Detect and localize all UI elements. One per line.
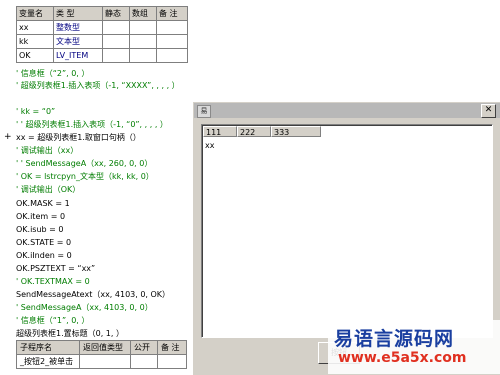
- col-return-type: 返回值类型: [79, 340, 131, 355]
- var-static-cell[interactable]: [102, 34, 130, 49]
- col-var-name: 变量名: [16, 6, 54, 21]
- col-var-type: 类 型: [53, 6, 103, 21]
- subroutine-table-header: 子程序名 返回值类型 公开 备 注: [16, 340, 187, 355]
- col-public: 公开: [130, 340, 158, 355]
- var-static-cell[interactable]: [102, 20, 130, 35]
- code-line[interactable]: ' kk = “0”: [16, 106, 55, 118]
- code-line[interactable]: ' 调试输出（xx）: [16, 145, 78, 157]
- code-line[interactable]: xx = 超级列表框1.取窗口句柄（）: [16, 132, 141, 144]
- table-row[interactable]: xx 整数型: [16, 20, 188, 35]
- var-note-cell[interactable]: [156, 48, 188, 63]
- list-item[interactable]: xx: [205, 141, 214, 150]
- gutter-marker[interactable]: +: [4, 132, 12, 142]
- code-line[interactable]: OK.item = 0: [16, 211, 65, 223]
- sub-note-cell[interactable]: [157, 354, 187, 369]
- code-line[interactable]: ' 信息框（“1”, 0, ）: [16, 315, 89, 327]
- code-line[interactable]: SendMessageAtext（xx, 4103, 0, OK）: [16, 289, 170, 301]
- public-cell[interactable]: [130, 354, 158, 369]
- var-name-cell[interactable]: kk: [16, 34, 54, 49]
- col-var-array: 数组: [129, 6, 157, 21]
- code-line[interactable]: OK.iInden = 0: [16, 250, 72, 262]
- var-array-cell[interactable]: [129, 20, 157, 35]
- code-line[interactable]: ' OK.TEXTMAX = 0: [16, 276, 90, 288]
- window-titlebar[interactable]: 易 ✕: [194, 103, 500, 118]
- subroutine-table: 子程序名 返回值类型 公开 备 注 _按钮2_被单击: [16, 340, 187, 369]
- return-type-cell[interactable]: [79, 354, 131, 369]
- list-column-header[interactable]: 111: [203, 126, 237, 137]
- watermark-url: www.e5a5x.com: [338, 350, 467, 366]
- table-row[interactable]: kk 文本型: [16, 34, 188, 49]
- code-line[interactable]: ' 信息框（“2”, 0, ）: [16, 68, 89, 80]
- code-line[interactable]: ' ' 超级列表框1.插入表项（-1, “0”, , , , ）: [16, 119, 168, 131]
- close-button[interactable]: ✕: [481, 104, 496, 118]
- code-line[interactable]: ' 调试输出（OK）: [16, 184, 80, 196]
- code-line[interactable]: OK.isub = 0: [16, 224, 64, 236]
- code-line[interactable]: OK.PSZTEXT = “xx”: [16, 263, 95, 275]
- var-note-cell[interactable]: [156, 34, 188, 49]
- app-icon: 易: [197, 105, 211, 118]
- var-array-cell[interactable]: [129, 48, 157, 63]
- code-line[interactable]: ' SendMessageA（xx, 4103, 0, 0）: [16, 302, 153, 314]
- var-note-cell[interactable]: [156, 20, 188, 35]
- sub-name-cell[interactable]: _按钮2_被单击: [16, 354, 80, 369]
- var-name-cell[interactable]: xx: [16, 20, 54, 35]
- var-array-cell[interactable]: [129, 34, 157, 49]
- list-header: 111 222 333: [203, 126, 321, 138]
- code-line[interactable]: 超级列表框1.置标题（0, 1, ）: [16, 328, 124, 340]
- var-type-cell[interactable]: 整数型: [53, 20, 103, 35]
- code-line[interactable]: OK.STATE = 0: [16, 237, 71, 249]
- var-type-cell[interactable]: 文本型: [53, 34, 103, 49]
- code-line[interactable]: ' ' SendMessageA（xx, 260, 0, 0）: [16, 158, 152, 170]
- table-row[interactable]: _按钮2_被单击: [16, 354, 187, 369]
- col-var-note: 备 注: [156, 6, 188, 21]
- col-sub-note: 备 注: [157, 340, 187, 355]
- list-column-header[interactable]: 222: [237, 126, 271, 137]
- list-column-header[interactable]: 333: [271, 126, 321, 137]
- code-line[interactable]: OK.MASK = 1: [16, 198, 70, 210]
- variable-table-header: 变量名 类 型 静态 数组 备 注: [16, 6, 188, 21]
- col-sub-name: 子程序名: [16, 340, 80, 355]
- variable-table: 变量名 类 型 静态 数组 备 注 xx 整数型 kk 文本型 OK LV_IT…: [16, 6, 188, 63]
- col-var-static: 静态: [102, 6, 130, 21]
- var-name-cell[interactable]: OK: [16, 48, 54, 63]
- code-line[interactable]: ' 超级列表框1.插入表项（-1, “XXXX”, , , , ）: [16, 80, 180, 92]
- watermark-title: 易语言源码网: [334, 328, 455, 350]
- super-list-box[interactable]: 111 222 333 xx: [201, 124, 493, 338]
- site-watermark: 易语言源码网 www.e5a5x.com: [328, 320, 500, 374]
- code-line[interactable]: ' OK = lstrcpyn_文本型（kk, kk, 0）: [16, 171, 154, 183]
- var-static-cell[interactable]: [102, 48, 130, 63]
- table-row[interactable]: OK LV_ITEM: [16, 48, 188, 63]
- var-type-cell[interactable]: LV_ITEM: [53, 48, 103, 63]
